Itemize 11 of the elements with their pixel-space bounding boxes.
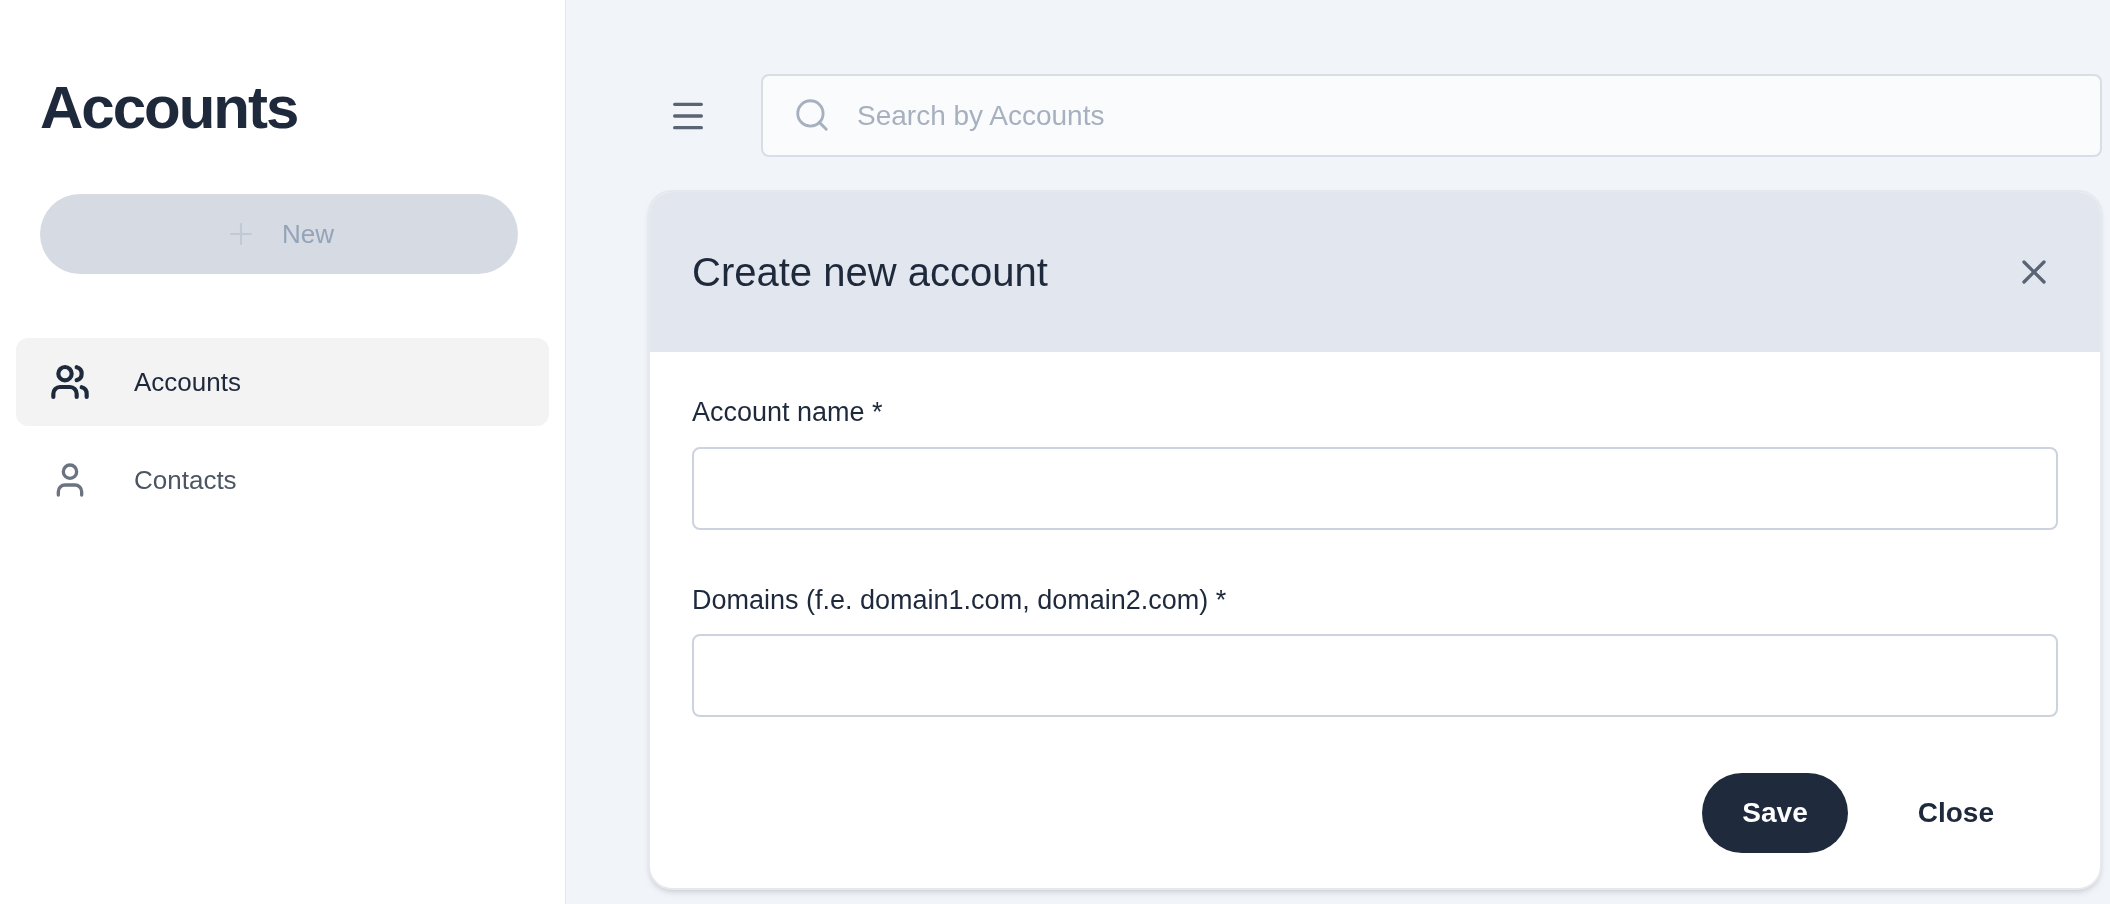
field-label: Domains (f.e. domain1.com, domain2.com) * [692,583,1228,617]
search-field[interactable]: Search by Accounts [761,74,2102,157]
sidebar-item[interactable]: Contacts [16,436,549,524]
save-button[interactable]: Save [1702,773,1848,853]
dialog-title: Create new account [692,249,1048,296]
field-label: Account name * [692,396,884,429]
close-button[interactable]: Close [1877,773,2034,853]
search-icon [793,96,831,134]
page-title: Accounts [40,73,298,143]
sidebar-item[interactable]: Accounts [16,338,549,426]
people-icon [50,362,90,402]
